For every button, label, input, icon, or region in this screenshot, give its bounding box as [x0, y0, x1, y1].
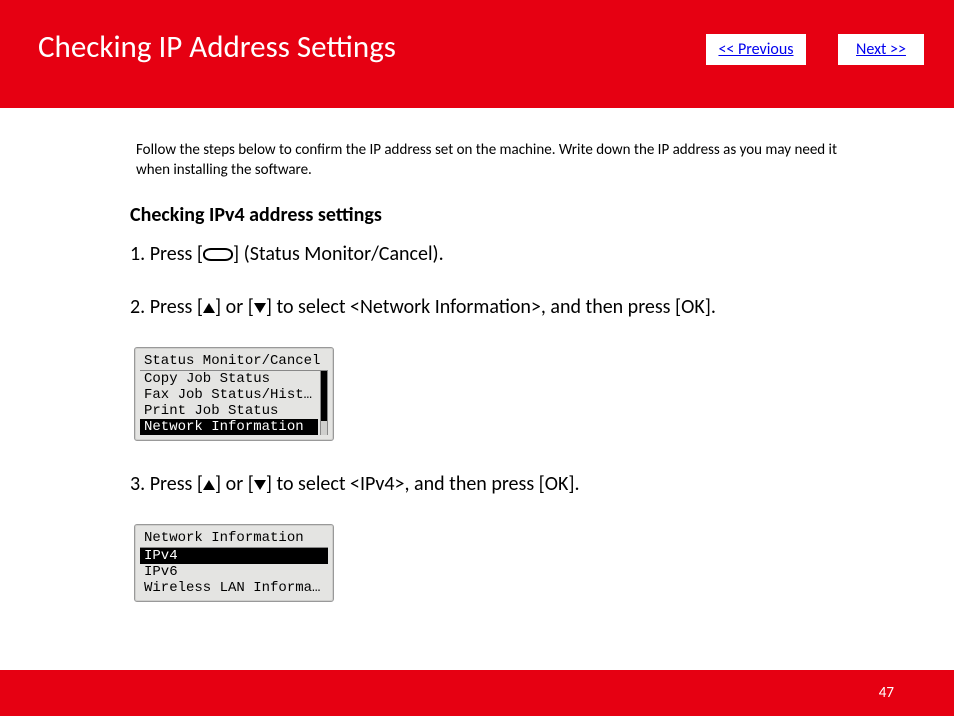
step-3: 3. Press [ ] or [ ] to select <IPv4>, and …	[130, 471, 914, 498]
status-monitor-key-icon	[203, 248, 233, 261]
lcd1-scrollbar	[320, 371, 328, 435]
lcd2-title: Network Information	[140, 530, 328, 548]
step-2-text-mid1: ] or [	[215, 295, 254, 319]
header-bar: Checking IP Address Settings << Previous…	[0, 0, 954, 108]
down-arrow-icon	[254, 480, 266, 490]
step-1: 1. Press [ ] (Status Monitor/Cancel).	[130, 241, 914, 268]
step-1-text-pre: 1. Press [	[130, 242, 203, 266]
section-heading: Checking IPv4 address settings	[130, 203, 914, 227]
lcd-screenshot-2: Network Information IPv4 IPv6 Wireless L…	[134, 524, 334, 602]
lcd1-item: Fax Job Status/Hist…	[140, 387, 318, 403]
page-number: 47	[879, 684, 894, 702]
up-arrow-icon	[203, 303, 215, 313]
lcd-screenshot-1: Status Monitor/Cancel Copy Job Status Fa…	[134, 347, 334, 441]
lcd2-item: IPv6	[140, 564, 328, 580]
lcd1-item: Print Job Status	[140, 403, 318, 419]
next-button[interactable]: Next >>	[838, 34, 924, 65]
page-title: Checking IP Address Settings	[38, 28, 396, 66]
step-3-text-mid1: ] or [	[215, 472, 254, 496]
lcd1-item: Copy Job Status	[140, 371, 318, 387]
intro-text: Follow the steps below to confirm the IP…	[136, 140, 856, 181]
up-arrow-icon	[203, 480, 215, 490]
down-arrow-icon	[254, 303, 266, 313]
lcd1-title: Status Monitor/Cancel	[140, 353, 328, 371]
step-3-text-pre: 3. Press [	[130, 472, 203, 496]
step-2-text-mid2: ] to select <Network Information>, and t…	[266, 295, 716, 319]
content-area: Follow the steps below to confirm the IP…	[0, 108, 954, 632]
step-2: 2. Press [ ] or [ ] to select <Network Inf…	[130, 294, 914, 321]
previous-button[interactable]: << Previous	[706, 34, 806, 65]
step-2-text-pre: 2. Press [	[130, 295, 203, 319]
footer-bar: 47	[0, 670, 954, 716]
lcd1-item-selected: Network Information	[140, 419, 318, 435]
step-1-text-post: ] (Status Monitor/Cancel).	[233, 242, 444, 266]
lcd2-item-selected: IPv4	[140, 548, 328, 564]
step-3-text-mid2: ] to select <IPv4>, and then press [OK].	[266, 472, 580, 496]
lcd2-item: Wireless LAN Informa…	[140, 580, 328, 596]
